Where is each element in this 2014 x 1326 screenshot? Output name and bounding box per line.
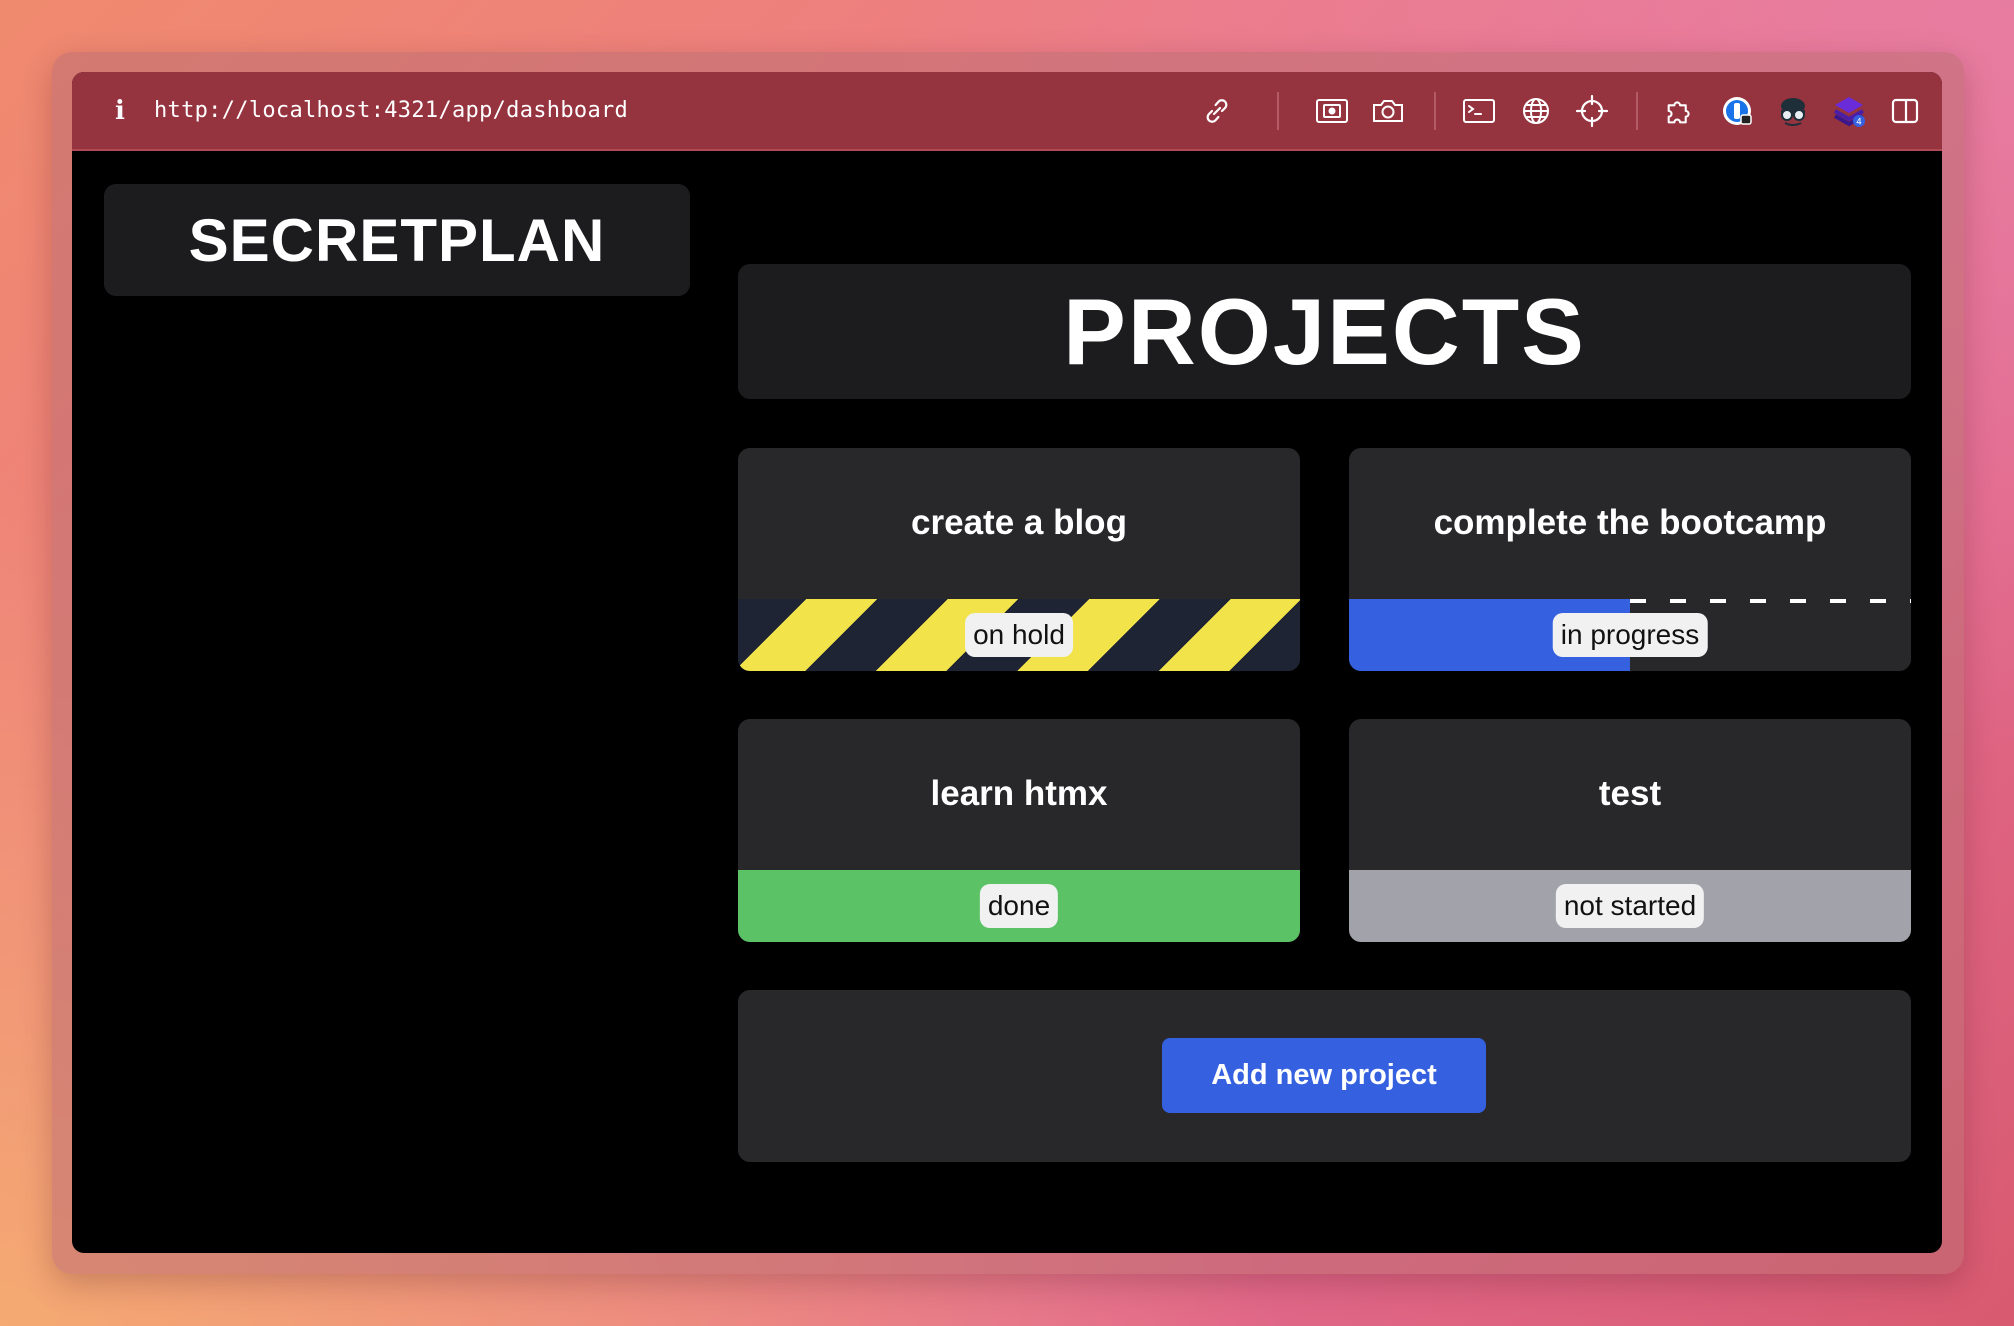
globe-icon[interactable] bbox=[1518, 93, 1554, 129]
stack-extension-icon[interactable]: 4 bbox=[1831, 93, 1867, 129]
browser-window: i http://localhost:4321/app/dashboard 4 … bbox=[72, 72, 1942, 1253]
project-card-complete-the-bootcamp[interactable]: complete the bootcamp in progress bbox=[1349, 448, 1911, 671]
add-new-project-button[interactable]: Add new project bbox=[1162, 1038, 1486, 1113]
status-bar-in-progress: in progress bbox=[1349, 599, 1911, 671]
extensions-icon[interactable] bbox=[1663, 93, 1699, 129]
extension-badge: 4 bbox=[1856, 118, 1862, 128]
project-name: test bbox=[1598, 774, 1662, 813]
status-bar-not-started: not started bbox=[1349, 870, 1911, 942]
toolbar-separator bbox=[1636, 92, 1638, 130]
status-badge: in progress bbox=[1552, 613, 1708, 657]
project-card-learn-htmx[interactable]: learn htmx done bbox=[738, 719, 1300, 942]
project-name: create a blog bbox=[911, 503, 1127, 542]
password-manager-icon[interactable] bbox=[1719, 93, 1755, 129]
project-card-test[interactable]: test not started bbox=[1349, 719, 1911, 942]
project-card-create-a-blog[interactable]: create a blog on hold bbox=[738, 448, 1300, 671]
spy-extension-icon[interactable] bbox=[1775, 93, 1811, 129]
status-badge: done bbox=[979, 884, 1059, 928]
camera-icon[interactable] bbox=[1370, 93, 1406, 129]
toolbar-separator bbox=[1277, 92, 1279, 130]
progress-remaining-dashes bbox=[1630, 599, 1911, 603]
page-title-panel: PROJECTS bbox=[738, 264, 1911, 399]
logo[interactable]: SECRETPLAN bbox=[189, 206, 606, 275]
sidebar-toggle-icon[interactable] bbox=[1887, 93, 1923, 129]
logo-panel: SECRETPLAN bbox=[104, 184, 690, 296]
link-icon[interactable] bbox=[1199, 93, 1235, 129]
project-name: learn htmx bbox=[930, 774, 1108, 813]
browser-toolbar: i http://localhost:4321/app/dashboard 4 bbox=[72, 72, 1942, 151]
status-badge: on hold bbox=[965, 613, 1073, 657]
info-icon[interactable]: i bbox=[108, 96, 132, 126]
crosshair-icon[interactable] bbox=[1574, 93, 1610, 129]
toolbar-separator bbox=[1434, 92, 1436, 130]
url-bar[interactable]: http://localhost:4321/app/dashboard bbox=[154, 94, 628, 128]
project-name: complete the bootcamp bbox=[1433, 503, 1827, 542]
status-badge: not started bbox=[1555, 884, 1705, 928]
page-title: PROJECTS bbox=[1063, 278, 1586, 384]
status-bar-done: done bbox=[738, 870, 1300, 942]
add-project-panel: Add new project bbox=[738, 990, 1911, 1162]
status-bar-on-hold: on hold bbox=[738, 599, 1300, 671]
terminal-icon[interactable] bbox=[1461, 93, 1497, 129]
screenshot-region-icon[interactable] bbox=[1314, 93, 1350, 129]
